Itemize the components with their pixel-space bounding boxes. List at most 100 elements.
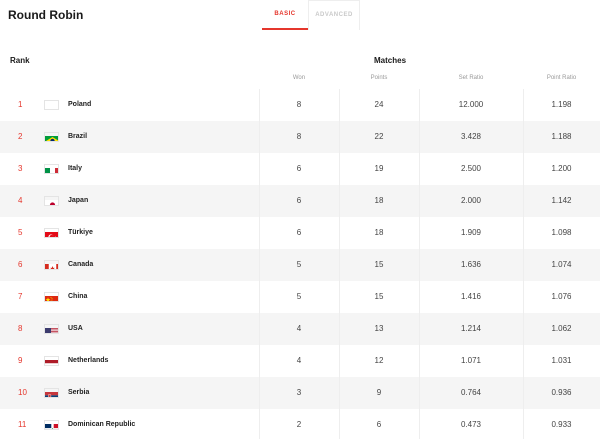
table-row[interactable]: 10 Serbia 3 9 0.764 0.936: [0, 377, 600, 409]
column-header-won[interactable]: Won: [259, 75, 339, 81]
rank-value: 4: [18, 196, 23, 205]
point-ratio-value: 1.198: [551, 100, 572, 109]
column-header-set-ratio[interactable]: Set Ratio: [419, 75, 523, 81]
rank-value: 3: [18, 164, 23, 173]
team-name[interactable]: Japan: [68, 185, 88, 217]
page-title: Round Robin: [8, 8, 84, 22]
italy-flag-icon: [44, 164, 59, 174]
points-value: 15: [374, 292, 384, 301]
tab-basic[interactable]: BASIC: [262, 0, 308, 30]
canada-flag-icon: [44, 260, 59, 270]
set-ratio-value: 1.214: [460, 324, 482, 333]
won-value: 5: [296, 260, 302, 269]
set-ratio-value: 0.764: [460, 388, 482, 397]
turkiye-flag-icon: [44, 228, 59, 238]
won-value: 4: [296, 324, 302, 333]
point-ratio-value: 1.062: [551, 324, 572, 333]
usa-flag-icon: [44, 324, 59, 334]
rank-value: 2: [18, 132, 23, 141]
serbia-flag-icon: [44, 388, 59, 398]
team-name[interactable]: Türkiye: [68, 217, 93, 249]
point-ratio-value: 0.933: [551, 420, 572, 429]
points-value: 24: [374, 100, 384, 109]
china-flag-icon: [44, 292, 59, 302]
team-name[interactable]: Dominican Republic: [68, 409, 135, 439]
won-value: 6: [296, 164, 302, 173]
table-row[interactable]: 3 Italy 6 19 2.500 1.200: [0, 153, 600, 185]
won-value: 6: [296, 196, 302, 205]
set-ratio-value: 2.000: [460, 196, 482, 205]
table-row[interactable]: 1 Poland 8 24 12.000 1.198: [0, 89, 600, 121]
column-divider: [339, 89, 340, 439]
table-row[interactable]: 4 Japan 6 18 2.000 1.142: [0, 185, 600, 217]
set-ratio-value: 0.473: [460, 420, 482, 429]
column-divider: [259, 89, 260, 439]
point-ratio-value: 1.076: [551, 292, 572, 301]
point-ratio-value: 1.098: [551, 228, 572, 237]
rank-value: 7: [18, 292, 23, 301]
team-name[interactable]: Netherlands: [68, 345, 108, 377]
brazil-flag-icon: [44, 132, 59, 142]
team-name[interactable]: Serbia: [68, 377, 89, 409]
won-value: 3: [296, 388, 302, 397]
tab-advanced[interactable]: ADVANCED: [308, 0, 360, 30]
table-row[interactable]: 2 Brazil 8 22 3.428 1.188: [0, 121, 600, 153]
table-row[interactable]: 8 USA 4 13 1.214 1.062: [0, 313, 600, 345]
points-value: 13: [374, 324, 384, 333]
column-header-points[interactable]: Points: [339, 75, 419, 81]
rank-value: 5: [18, 228, 23, 237]
team-name[interactable]: Canada: [68, 249, 93, 281]
rank-value: 6: [18, 260, 23, 269]
rank-value: 9: [18, 356, 23, 365]
view-tabs: BASIC ADVANCED: [262, 0, 360, 30]
team-name[interactable]: Italy: [68, 153, 82, 185]
dominican-republic-flag-icon: [44, 420, 59, 430]
netherlands-flag-icon: [44, 356, 59, 366]
points-value: 12: [374, 356, 384, 365]
won-value: 4: [296, 356, 302, 365]
team-name[interactable]: Brazil: [68, 121, 87, 153]
team-name[interactable]: Poland: [68, 89, 91, 121]
points-value: 22: [374, 132, 384, 141]
poland-flag-icon: [44, 100, 59, 110]
point-ratio-value: 1.188: [551, 132, 572, 141]
points-value: 18: [374, 196, 384, 205]
won-value: 2: [296, 420, 302, 429]
rank-value: 8: [18, 324, 23, 333]
team-name[interactable]: China: [68, 281, 87, 313]
points-value: 18: [374, 228, 384, 237]
column-divider: [523, 89, 524, 439]
team-name[interactable]: USA: [68, 313, 83, 345]
point-ratio-value: 1.142: [551, 196, 572, 205]
standings-table: 1 Poland 8 24 12.000 1.198 2 Brazil 8 22 3.428 1.18…: [0, 89, 600, 439]
point-ratio-value: 0.936: [551, 388, 572, 397]
matches-header: Matches: [374, 56, 407, 65]
rank-header: Rank: [10, 56, 30, 65]
won-value: 6: [296, 228, 302, 237]
table-row[interactable]: 9 Netherlands 4 12 1.071 1.031: [0, 345, 600, 377]
won-value: 5: [296, 292, 302, 301]
set-ratio-value: 1.071: [460, 356, 482, 365]
table-row[interactable]: 11 Dominican Republic 2 6 0.473 0.933: [0, 409, 600, 439]
point-ratio-value: 1.074: [551, 260, 572, 269]
set-ratio-value: 1.909: [460, 228, 482, 237]
table-row[interactable]: 5 Türkiye 6 18 1.909 1.098: [0, 217, 600, 249]
points-value: 19: [374, 164, 384, 173]
point-ratio-value: 1.200: [551, 164, 572, 173]
japan-flag-icon: [44, 196, 59, 206]
column-header-point-ratio[interactable]: Point Ratio: [523, 75, 600, 81]
set-ratio-value: 3.428: [460, 132, 482, 141]
rank-value: 1: [18, 100, 23, 109]
set-ratio-value: 1.636: [460, 260, 482, 269]
rank-value: 10: [18, 388, 27, 397]
rank-value: 11: [18, 420, 27, 429]
won-value: 8: [296, 132, 302, 141]
points-value: 6: [376, 420, 382, 429]
point-ratio-value: 1.031: [551, 356, 572, 365]
set-ratio-value: 2.500: [460, 164, 482, 173]
table-row[interactable]: 6 Canada 5 15 1.636 1.074: [0, 249, 600, 281]
points-value: 9: [376, 388, 382, 397]
points-value: 15: [374, 260, 384, 269]
set-ratio-value: 1.416: [460, 292, 482, 301]
table-row[interactable]: 7 China 5 15 1.416 1.076: [0, 281, 600, 313]
